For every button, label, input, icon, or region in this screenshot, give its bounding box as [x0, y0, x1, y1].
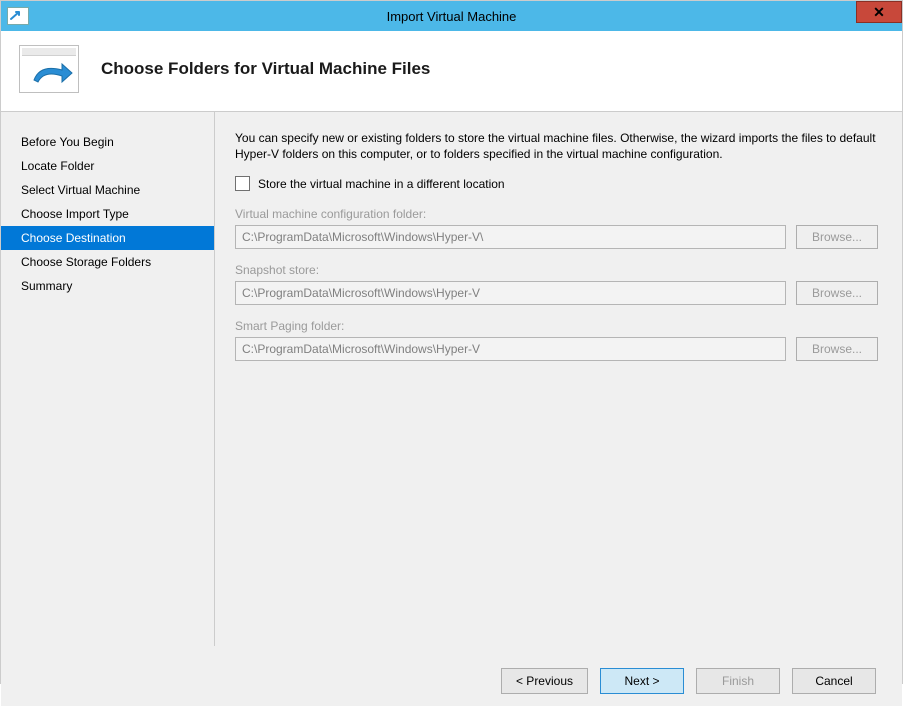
titlebar: Import Virtual Machine ✕ [1, 1, 902, 31]
wizard-header-icon [19, 45, 79, 93]
wizard-content: You can specify new or existing folders … [215, 112, 902, 656]
sidebar-step-choose-import-type[interactable]: Choose Import Type [1, 202, 214, 226]
snapshot-store-label: Snapshot store: [235, 263, 878, 277]
intro-text: You can specify new or existing folders … [235, 130, 878, 162]
sidebar-step-locate-folder[interactable]: Locate Folder [1, 154, 214, 178]
next-button[interactable]: Next > [600, 668, 684, 694]
store-different-location-checkbox[interactable] [235, 176, 250, 191]
config-folder-label: Virtual machine configuration folder: [235, 207, 878, 221]
wizard-footer: < Previous Next > Finish Cancel [1, 656, 902, 706]
sidebar-step-before-you-begin[interactable]: Before You Begin [1, 130, 214, 154]
sidebar-step-select-virtual-machine[interactable]: Select Virtual Machine [1, 178, 214, 202]
store-different-location-row: Store the virtual machine in a different… [235, 176, 878, 191]
config-folder-input [235, 225, 786, 249]
sidebar-step-summary[interactable]: Summary [1, 274, 214, 298]
wizard-body: Before You Begin Locate Folder Select Vi… [1, 112, 902, 656]
sidebar-step-choose-storage-folders[interactable]: Choose Storage Folders [1, 250, 214, 274]
cancel-button[interactable]: Cancel [792, 668, 876, 694]
smart-paging-browse-button: Browse... [796, 337, 878, 361]
page-title: Choose Folders for Virtual Machine Files [101, 59, 430, 79]
window-title: Import Virtual Machine [1, 9, 902, 24]
smart-paging-input [235, 337, 786, 361]
finish-button: Finish [696, 668, 780, 694]
close-icon: ✕ [873, 4, 885, 21]
store-different-location-label: Store the virtual machine in a different… [258, 177, 505, 191]
previous-button[interactable]: < Previous [501, 668, 588, 694]
snapshot-store-browse-button: Browse... [796, 281, 878, 305]
smart-paging-group: Smart Paging folder: Browse... [235, 319, 878, 361]
wizard-header: Choose Folders for Virtual Machine Files [1, 31, 902, 112]
smart-paging-label: Smart Paging folder: [235, 319, 878, 333]
close-button[interactable]: ✕ [856, 1, 902, 23]
wizard-steps-sidebar: Before You Begin Locate Folder Select Vi… [1, 112, 215, 646]
config-folder-browse-button: Browse... [796, 225, 878, 249]
snapshot-store-input [235, 281, 786, 305]
sidebar-step-choose-destination[interactable]: Choose Destination [1, 226, 214, 250]
config-folder-group: Virtual machine configuration folder: Br… [235, 207, 878, 249]
snapshot-store-group: Snapshot store: Browse... [235, 263, 878, 305]
window-system-icon [7, 7, 29, 25]
